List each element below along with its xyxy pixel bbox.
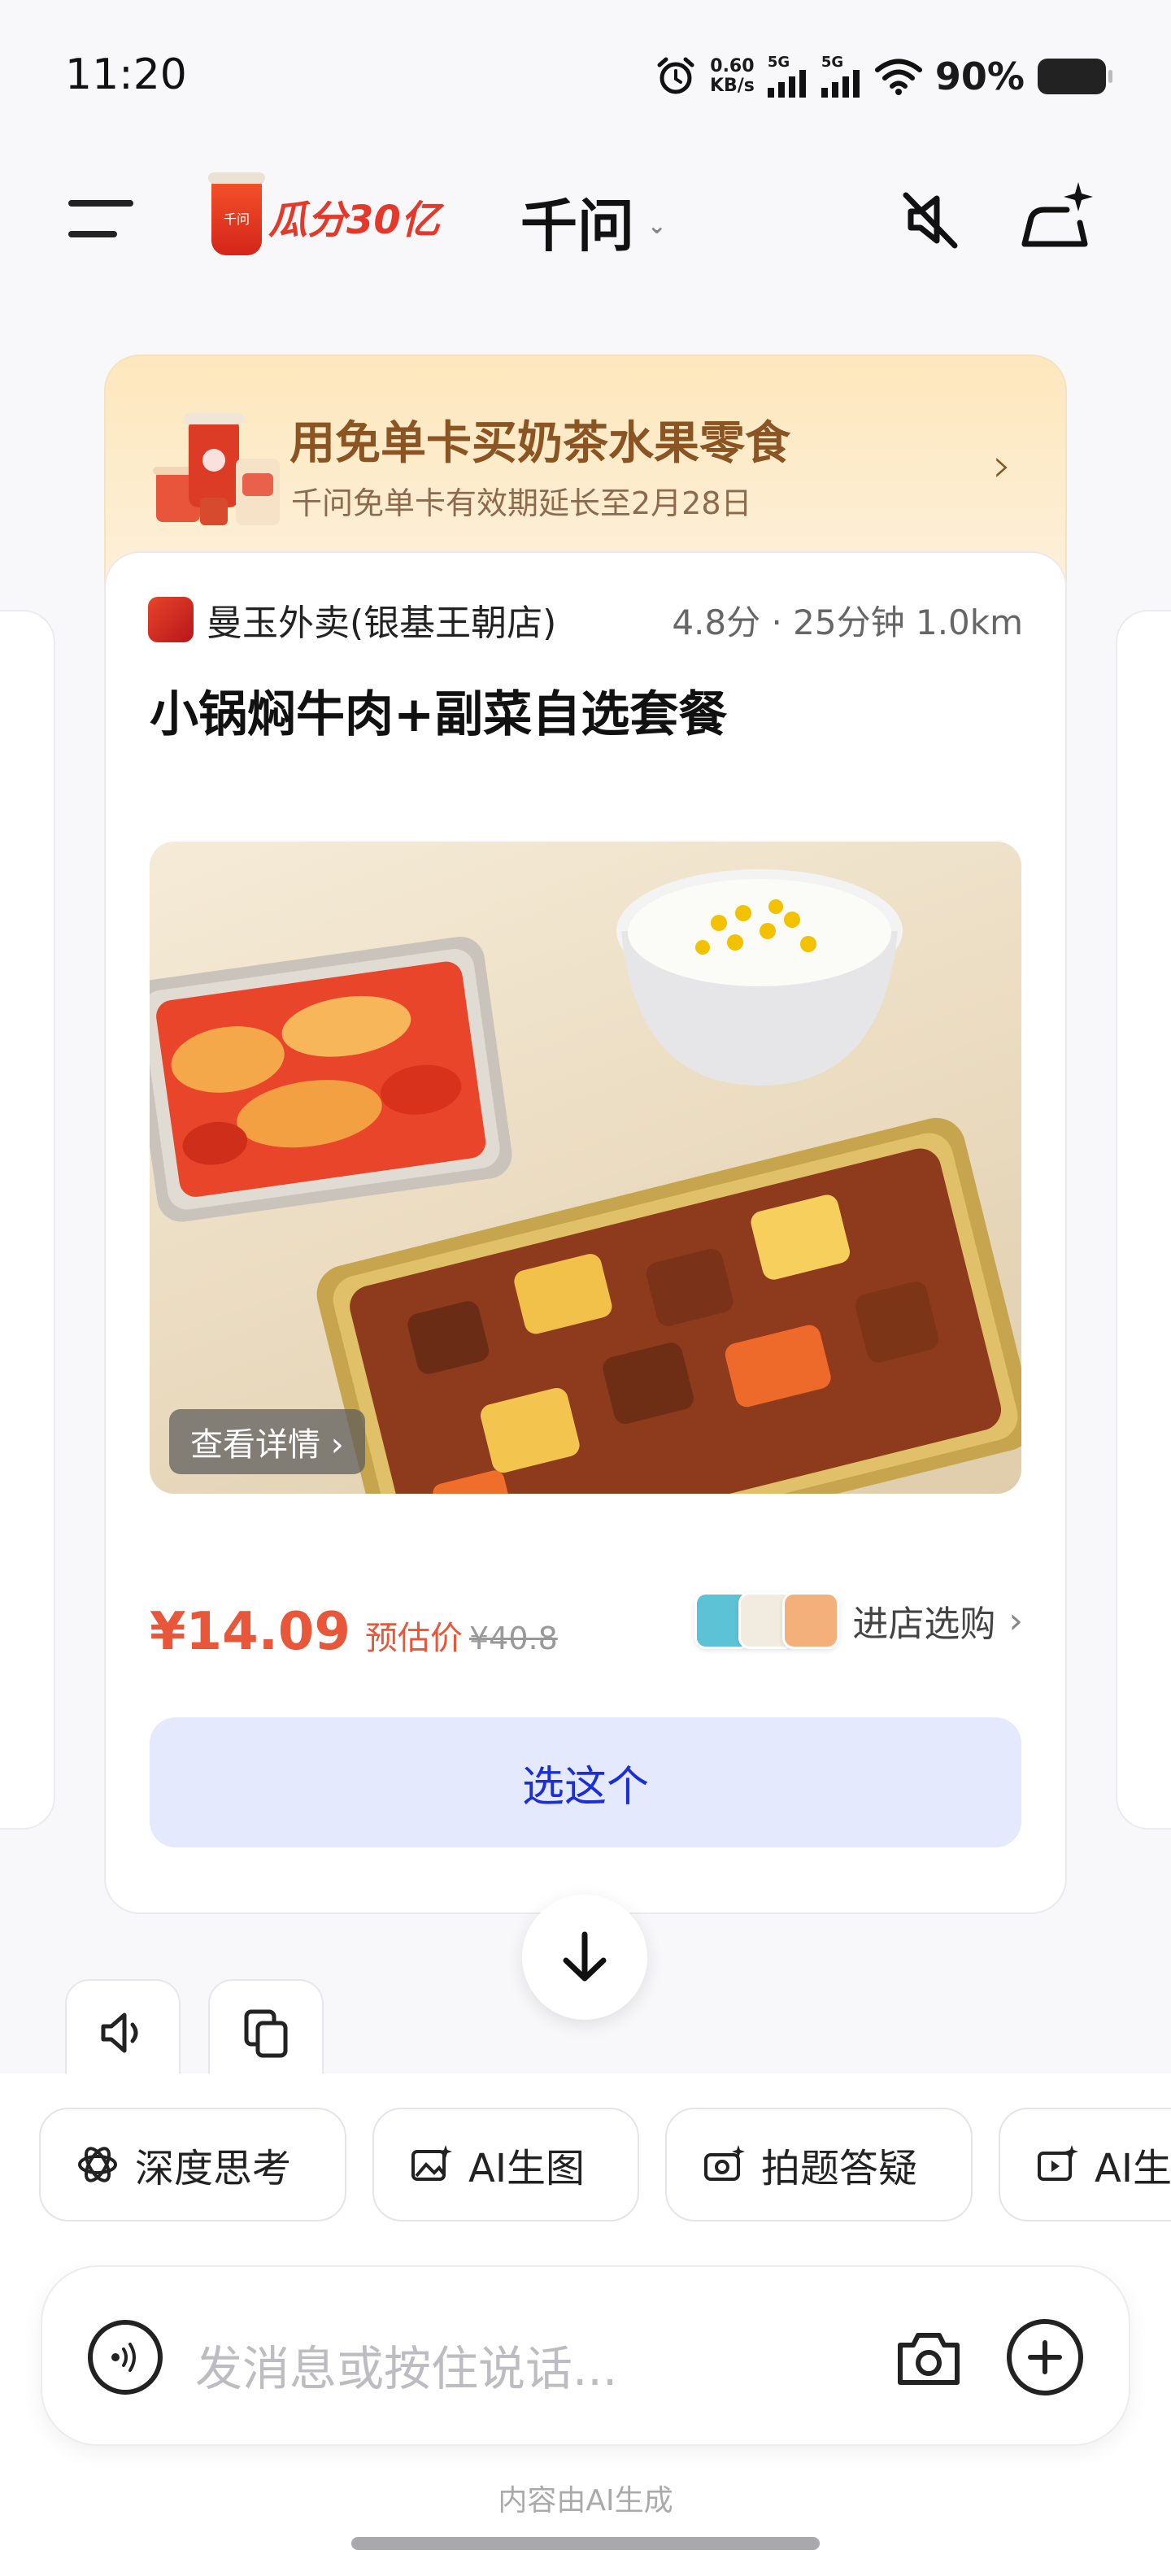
- promo-label: 瓜分30亿: [268, 198, 440, 243]
- scroll-down-button[interactable]: [522, 1895, 647, 2020]
- view-details-label: 查看详情 ›: [190, 1426, 344, 1464]
- previous-card[interactable]: [0, 610, 55, 1830]
- menu-button[interactable]: [68, 200, 138, 244]
- chip-label: 深度思考: [135, 2146, 292, 2191]
- alarm-icon: [657, 57, 694, 94]
- enter-store-link[interactable]: 进店选购 ›: [694, 1592, 1023, 1649]
- net-speed-unit: KB/s: [709, 76, 755, 96]
- menu-line-bottom: [68, 231, 117, 237]
- chip-ai-video[interactable]: AI生: [999, 2108, 1171, 2221]
- speaker-icon: [101, 2012, 138, 2053]
- shop-meta: 4.8分 · 25分钟 1.0km: [672, 602, 1023, 642]
- price-row: ¥14.09 预估价 ¥40.8 进店选购 ›: [150, 1592, 1023, 1662]
- copy-icon: [244, 2009, 288, 2058]
- dish-photo[interactable]: 查看详情 ›: [150, 842, 1021, 1494]
- add-button[interactable]: [1007, 2319, 1083, 2395]
- original-price: ¥40.8: [468, 1621, 558, 1656]
- read-aloud-button[interactable]: [65, 1979, 181, 2085]
- camera-icon: [898, 2333, 960, 2385]
- menu-line-top: [68, 200, 133, 207]
- home-indicator[interactable]: [351, 2537, 820, 2550]
- battery-icon: [1038, 59, 1112, 94]
- signal-1: 5G: [767, 54, 808, 98]
- net-speed-value: 0.60: [710, 56, 755, 76]
- speaker-muted-icon: [903, 192, 958, 249]
- camera-sparkle-icon: [704, 2145, 745, 2181]
- arrow-down-icon: [563, 1931, 607, 1982]
- price: ¥14.09: [150, 1602, 350, 1662]
- app-title-switcher[interactable]: 千问 ⌄: [520, 181, 666, 263]
- banner-title: 用免单卡买奶茶水果零食: [289, 417, 790, 470]
- dish-photo-art: [150, 869, 1021, 1494]
- battery-percent: 90%: [934, 54, 1025, 98]
- chip-photo-solve[interactable]: 拍题答疑: [665, 2108, 973, 2221]
- shop-row[interactable]: 曼玉外卖(银基王朝店) 4.8分 · 25分钟 1.0km: [148, 594, 1023, 646]
- signal-2: 5G: [821, 55, 862, 98]
- signal-bars-icon: [821, 70, 860, 98]
- net-speed: 0.60 KB/s: [710, 57, 755, 96]
- store-thumbnails: [694, 1592, 840, 1649]
- message-input-bar: 发消息或按住说话...: [41, 2265, 1130, 2446]
- banner-subtitle: 千问免单卡有效期延长至2月28日: [291, 485, 752, 521]
- store-thumbnail: [782, 1592, 840, 1649]
- atom-icon: [78, 2147, 117, 2182]
- mute-button[interactable]: [891, 181, 969, 259]
- next-card[interactable]: [1116, 610, 1171, 1830]
- signal-1-label: 5G: [767, 54, 790, 71]
- new-chat-button[interactable]: [1018, 177, 1096, 255]
- wifi-icon: [874, 59, 922, 95]
- image-sparkle-icon: [411, 2145, 452, 2181]
- voice-mode-button[interactable]: [88, 2320, 163, 2395]
- status-time: 11:20: [65, 50, 187, 99]
- signal-2-label: 5G: [821, 54, 844, 71]
- chip-label: AI生: [1095, 2146, 1171, 2191]
- chip-label: 拍题答疑: [761, 2146, 918, 2191]
- chevron-down-icon: ⌄: [647, 212, 667, 239]
- dish-title: 小锅焖牛肉+副菜自选套餐: [150, 686, 728, 743]
- camera-button[interactable]: [888, 2317, 969, 2399]
- chevron-right-icon: ›: [1008, 1599, 1023, 1642]
- video-sparkle-icon: [1038, 2145, 1078, 2181]
- select-this-button[interactable]: 选这个: [150, 1717, 1021, 1847]
- ai-disclaimer: 内容由AI生成: [498, 2484, 673, 2517]
- shop-logo: [148, 597, 194, 642]
- status-icons: 0.60 KB/s 5G 5G 90%: [655, 52, 1112, 101]
- sound-wave-icon: [111, 2343, 136, 2372]
- milk-tea-snacks-illustration: [153, 413, 280, 525]
- chevron-right-icon: ›: [992, 437, 1012, 493]
- plus-icon: [1028, 2340, 1062, 2374]
- price-label: 预估价: [364, 1620, 463, 1657]
- message-input[interactable]: 发消息或按住说话...: [195, 2330, 617, 2399]
- cup-label: 千问: [223, 211, 250, 227]
- sparkle-chat-icon: [1021, 182, 1093, 247]
- shop-name: 曼玉外卖(银基王朝店): [207, 603, 557, 644]
- food-card: 曼玉外卖(银基王朝店) 4.8分 · 25分钟 1.0km 小锅焖牛肉+副菜自选…: [104, 551, 1067, 1914]
- promo-logo[interactable]: 千问 瓜分30亿: [208, 172, 440, 255]
- milk-tea-cup-icon: 千问: [208, 172, 265, 255]
- chip-deep-thinking[interactable]: 深度思考: [39, 2108, 346, 2221]
- chip-label: AI生图: [468, 2146, 585, 2191]
- chip-ai-image[interactable]: AI生图: [372, 2108, 639, 2221]
- enter-store-label: 进店选购: [852, 1603, 996, 1645]
- copy-button[interactable]: [208, 1979, 324, 2085]
- recommendation-card: 用免单卡买奶茶水果零食 千问免单卡有效期延长至2月28日 › 曼玉外卖(银基王朝…: [104, 355, 1067, 1914]
- app-title: 千问: [520, 193, 634, 259]
- view-details-button[interactable]: 查看详情 ›: [169, 1409, 365, 1474]
- signal-bars-icon: [767, 70, 806, 98]
